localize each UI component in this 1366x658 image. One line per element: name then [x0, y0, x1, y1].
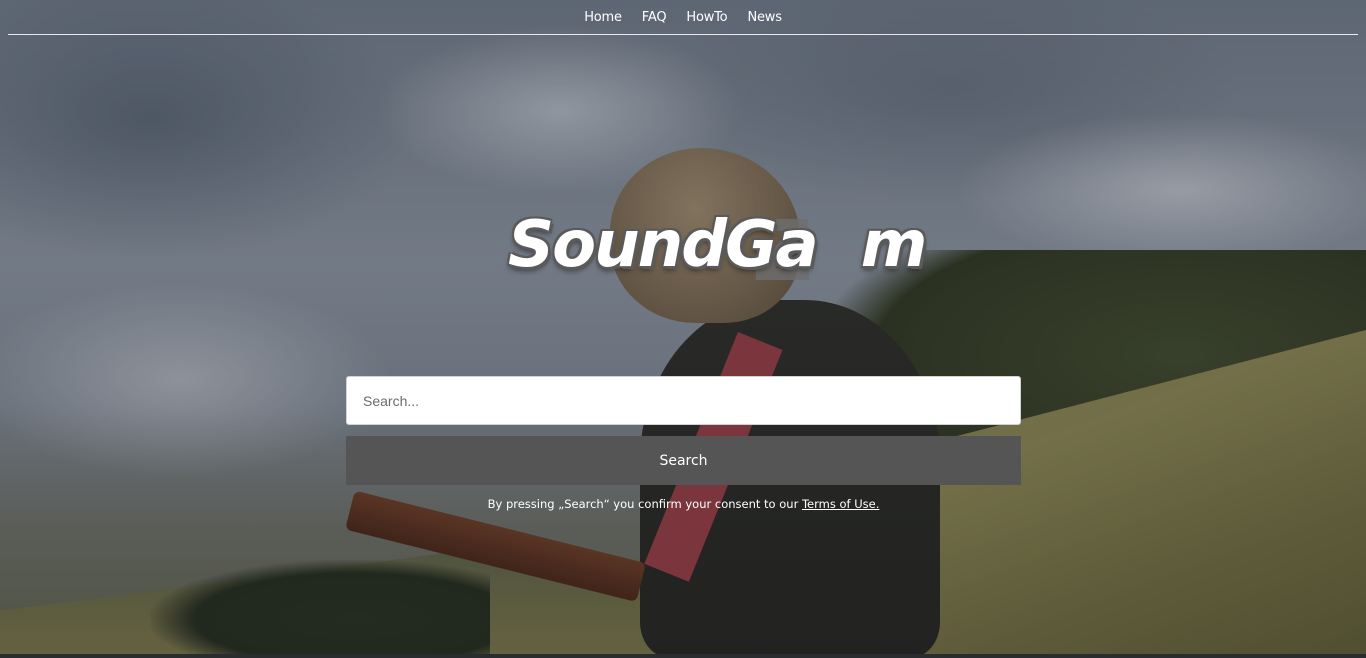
nav-news-link[interactable]: News	[747, 10, 782, 25]
consent-notice: By pressing „Search“ you confirm your co…	[346, 497, 1021, 511]
nav-howto-link[interactable]: HowTo	[686, 10, 727, 25]
search-input[interactable]	[346, 376, 1021, 425]
search-button[interactable]: Search	[346, 436, 1021, 485]
bottom-edge	[0, 654, 1366, 658]
top-nav: Home FAQ HowTo News	[0, 0, 1366, 34]
terms-of-use-link[interactable]: Terms of Use.	[802, 497, 879, 511]
nav-divider	[8, 34, 1358, 35]
logo-text: SoundGa m	[508, 208, 928, 282]
consent-text: By pressing „Search“ you confirm your co…	[487, 497, 802, 511]
logo-text-main: SoundGa	[508, 208, 819, 282]
nav-faq-link[interactable]: FAQ	[642, 10, 667, 25]
background-overlay	[0, 0, 1366, 658]
nav-home-link[interactable]: Home	[584, 10, 622, 25]
logo-text-end: m	[860, 208, 928, 282]
site-logo: Z SoundGa m	[500, 202, 927, 302]
